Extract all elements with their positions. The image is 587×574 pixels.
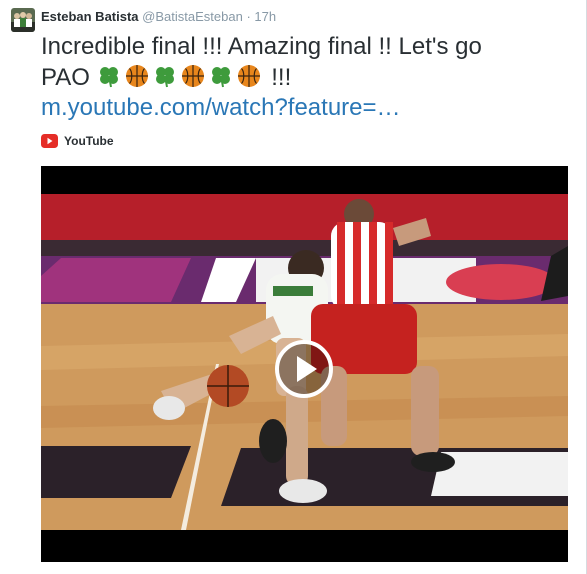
avatar[interactable] [11,8,35,32]
tweet-text-word: PAO [41,64,90,91]
card-source[interactable]: YouTube [41,133,114,149]
basketball-icon [181,64,205,88]
author-handle[interactable]: @BatistaEsteban [142,9,243,24]
timestamp[interactable]: 17h [254,9,276,24]
separator: · [246,9,251,24]
play-icon [275,340,333,398]
tweet-card: Esteban Batista @BatistaEsteban · 17h In… [0,0,587,574]
tweet-link[interactable]: m.youtube.com/watch?feature=… [41,93,401,123]
tweet-text: Incredible final !!! Amazing final !! Le… [41,31,571,93]
tweet-text-exclaim: !!! [271,64,292,91]
four-leaf-clover-icon [153,64,177,88]
tweet-text-line-2: PAO !!! [41,62,571,93]
basketball-icon [125,64,149,88]
tweet-text-line-1: Incredible final !!! Amazing final !! Le… [41,33,482,60]
four-leaf-clover-icon [97,64,121,88]
tweet-header: Esteban Batista @BatistaEsteban · 17h [41,9,276,25]
author-name[interactable]: Esteban Batista [41,9,139,24]
play-button[interactable] [274,339,334,399]
four-leaf-clover-icon [209,64,233,88]
youtube-icon [41,134,58,148]
basketball-icon [237,64,261,88]
card-source-label: YouTube [64,134,114,148]
